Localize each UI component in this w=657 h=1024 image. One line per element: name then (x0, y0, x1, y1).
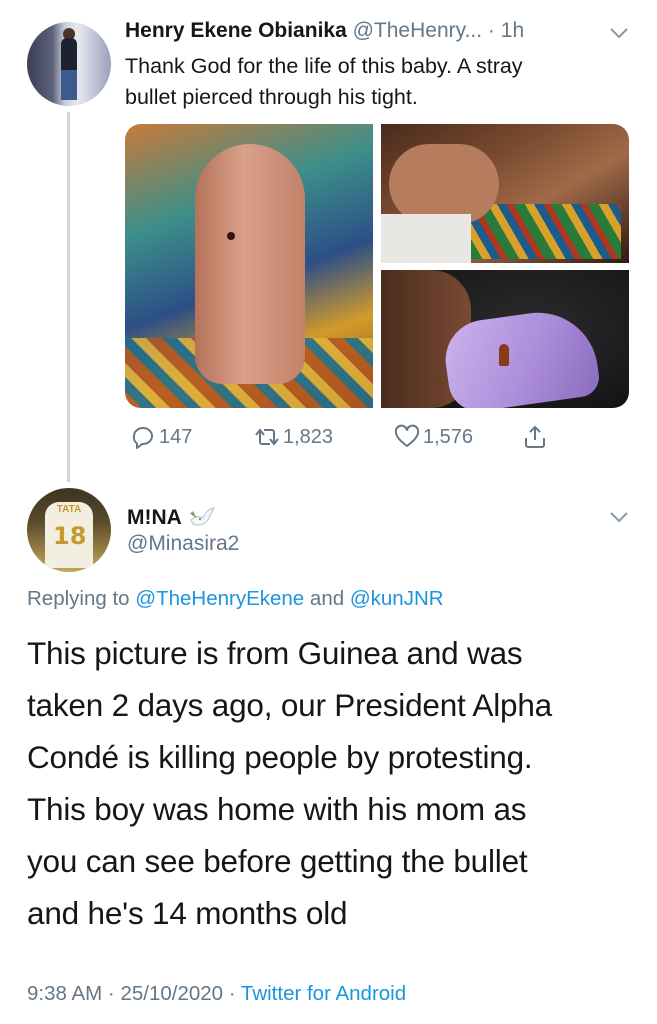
meta-separator: · (107, 982, 115, 1005)
replying-to-user-link[interactable]: @TheHenryEkene (135, 587, 304, 610)
time-separator: · (487, 19, 495, 42)
reply-text-line: you can see before getting the bullet (27, 843, 528, 879)
reply-count: 147 (159, 425, 193, 448)
share-button[interactable] (522, 420, 551, 454)
reply-text-line: This boy was home with his mom as (27, 791, 527, 827)
author-handle[interactable]: @TheHenry... (353, 19, 482, 42)
retweet-icon (255, 428, 279, 446)
meta-separator: · (228, 982, 236, 1005)
author-name[interactable]: Henry Ekene Obianika (125, 19, 347, 42)
reply-author-name-row: M!NA (127, 505, 216, 531)
reply-time[interactable]: 9:38 AM (27, 982, 102, 1005)
avatar-jersey-name: TATA (56, 504, 82, 515)
reply-text-line: This picture is from Guinea and was (27, 635, 523, 671)
photo-baby-leg[interactable] (125, 124, 373, 408)
tweet-text-line: bullet pierced through his tight. (125, 85, 418, 109)
tweet-text: Thank God for the life of this baby. A s… (125, 51, 635, 113)
reply-icon (132, 427, 153, 449)
reply-text-line: Condé is killing people by protesting. (27, 739, 533, 775)
reply-author-handle[interactable]: @Minasira2 (127, 532, 239, 556)
reply-text-line: and he's 14 months old (27, 895, 348, 931)
reply-button[interactable]: 147 (130, 420, 192, 454)
tweet-meta: 9:38 AM · 25/10/2020 · Twitter for Andro… (27, 982, 406, 1006)
chevron-down-icon[interactable] (609, 510, 629, 524)
dove-icon (189, 507, 215, 526)
tweet-actions: 147 1,823 1,576 (130, 420, 570, 454)
tweet-media-grid (125, 124, 629, 408)
retweet-button[interactable]: 1,823 (254, 420, 333, 454)
tweet-time[interactable]: 1h (501, 19, 524, 42)
reply-text: This picture is from Guinea and was take… (27, 627, 637, 939)
share-icon (525, 425, 545, 448)
replying-to-and: and (309, 587, 345, 610)
reply-author-name[interactable]: M!NA (127, 506, 182, 530)
reply-author-avatar[interactable]: TATA 18 (27, 488, 111, 572)
tweet-source-link[interactable]: Twitter for Android (241, 982, 406, 1005)
replying-to-label: Replying to (27, 587, 130, 610)
tweet-text-line: Thank God for the life of this baby. A s… (125, 54, 523, 78)
avatar-jersey-number: 18 (53, 522, 87, 550)
like-count: 1,576 (423, 425, 474, 448)
replying-to-user-link[interactable]: @kunJNR (350, 587, 444, 610)
chevron-down-icon[interactable] (609, 26, 629, 40)
reply-text-line: taken 2 days ago, our President Alpha (27, 687, 552, 723)
author-avatar[interactable] (27, 22, 111, 106)
thread-connector-line (67, 112, 70, 482)
tweet-header: Henry Ekene Obianika @TheHenry... · 1h (125, 19, 524, 43)
retweet-count: 1,823 (283, 425, 334, 448)
reply-date[interactable]: 25/10/2020 (120, 982, 223, 1005)
photo-bullet-glove[interactable] (381, 270, 629, 408)
heart-icon (394, 424, 420, 447)
like-button[interactable]: 1,576 (394, 420, 473, 454)
replying-to-line: Replying to @TheHenryEkene and @kunJNR (27, 587, 444, 611)
photo-baby-held[interactable] (381, 124, 629, 263)
